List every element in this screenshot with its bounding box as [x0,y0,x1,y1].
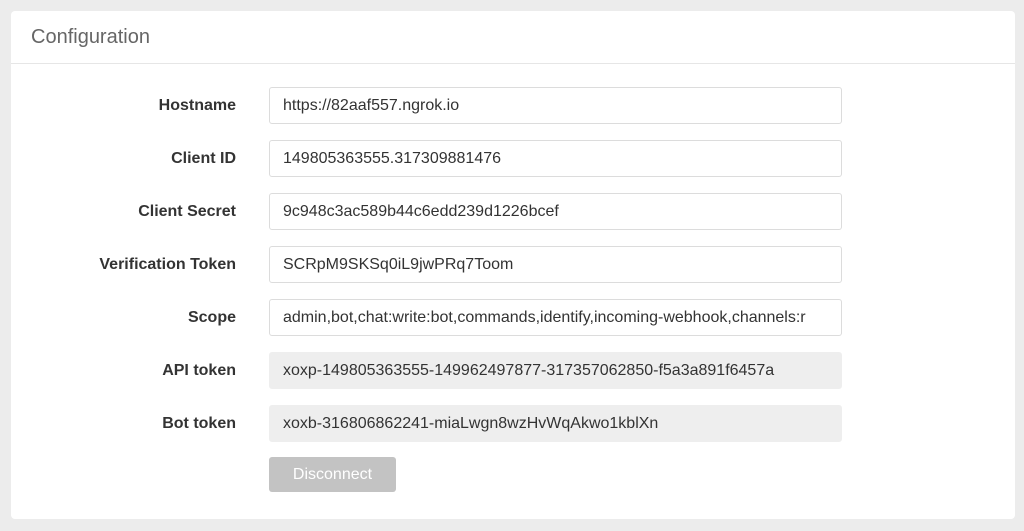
panel-header: Configuration [11,11,1015,64]
api-token-field[interactable] [269,352,842,389]
configuration-panel: Configuration Hostname Client ID Client … [11,11,1015,519]
client-secret-field[interactable] [269,193,842,230]
client-id-row: Client ID [11,140,1015,177]
api-token-label: API token [162,362,236,379]
bot-token-label: Bot token [162,415,236,432]
verification-token-field[interactable] [269,246,842,283]
client-secret-row: Client Secret [11,193,1015,230]
hostname-row: Hostname [11,87,1015,124]
bot-token-row: Bot token [11,405,1015,442]
scope-label: Scope [187,309,236,326]
hostname-label: Hostname [158,97,236,114]
panel-title: Configuration [31,25,150,48]
client-id-label: Client ID [171,150,236,167]
scope-field[interactable] [269,299,842,336]
bot-token-field[interactable] [269,405,842,442]
client-secret-label: Client Secret [138,203,236,220]
verification-token-row: Verification Token [11,246,1015,283]
api-token-row: API token [11,352,1015,389]
disconnect-button[interactable]: Disconnect [269,457,396,492]
hostname-field[interactable] [269,87,842,124]
scope-row: Scope [11,299,1015,336]
client-id-field[interactable] [269,140,842,177]
verification-token-label: Verification Token [99,256,236,273]
